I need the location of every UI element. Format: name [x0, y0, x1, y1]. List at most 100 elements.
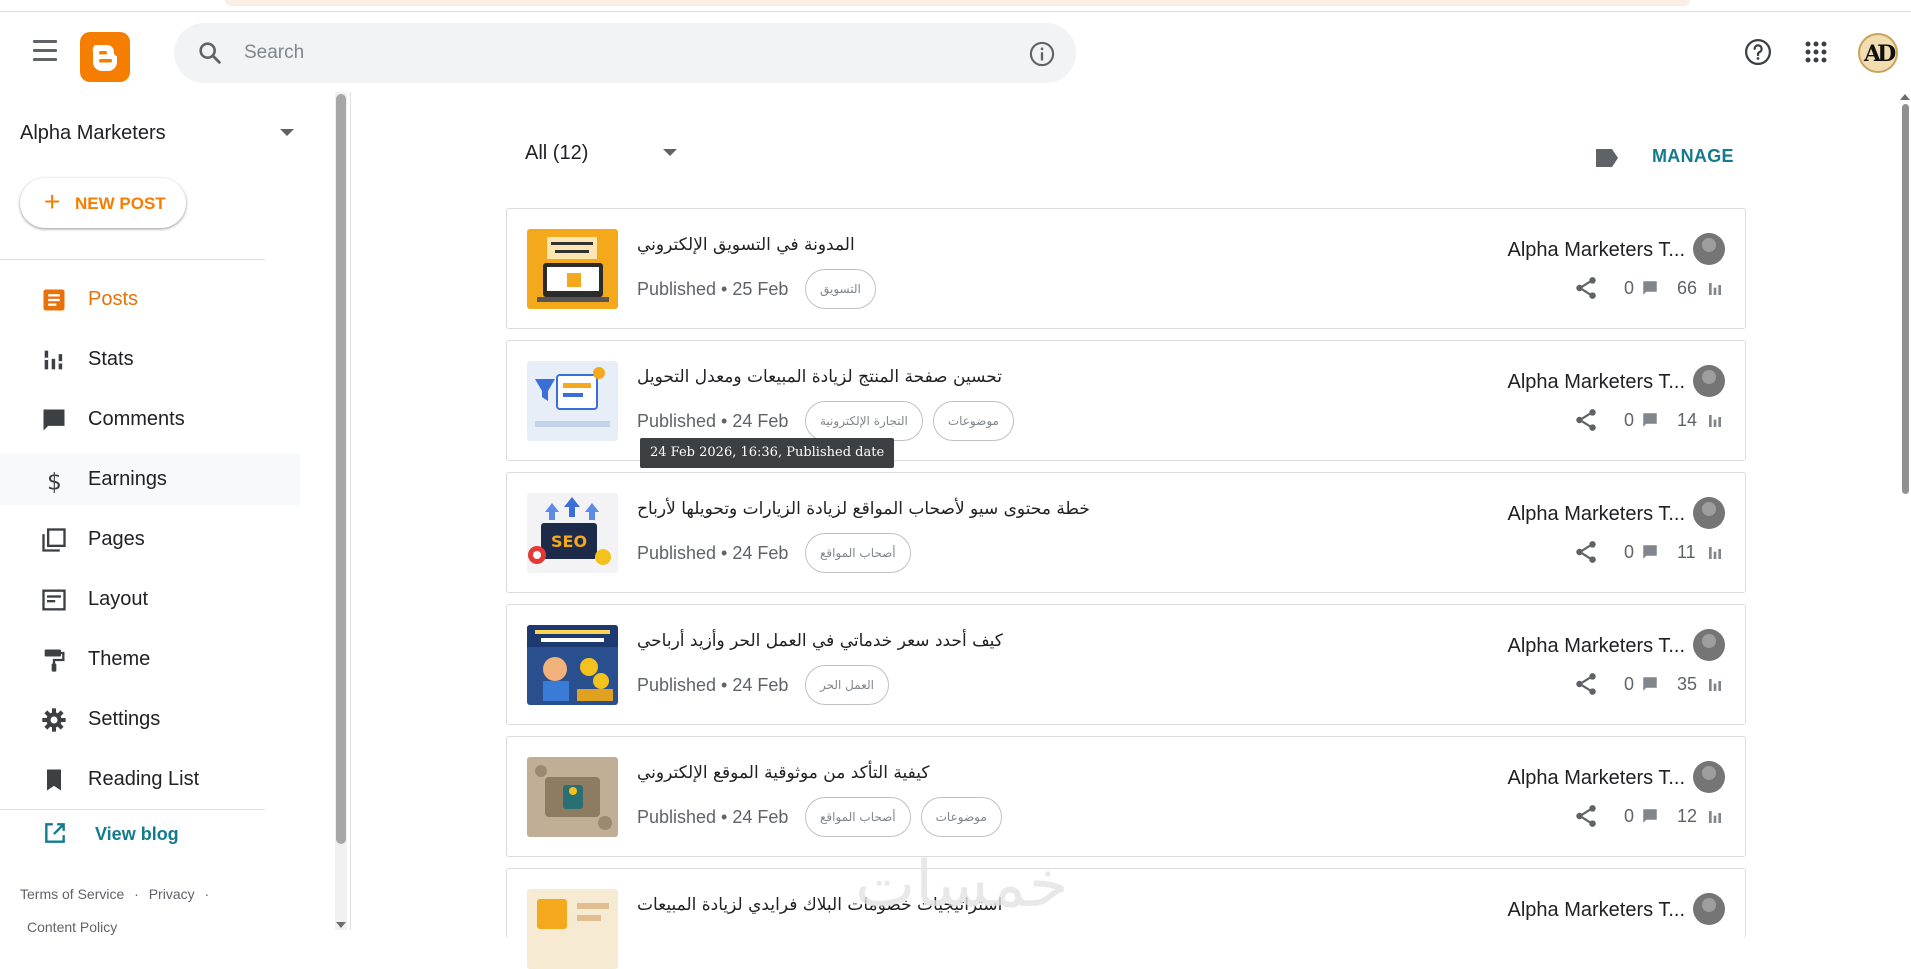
- share-icon[interactable]: [1573, 803, 1599, 829]
- comment-icon: [1643, 281, 1657, 295]
- open-external-icon: [45, 823, 65, 843]
- help-icon[interactable]: [1743, 37, 1773, 67]
- post-title[interactable]: تحسين صفحة المنتج لزيادة المبيعات ومعدل …: [637, 367, 1002, 387]
- sidebar-divider: [0, 259, 265, 260]
- manage-button[interactable]: MANAGE: [1652, 146, 1734, 167]
- sidebar-item-posts[interactable]: Posts: [0, 273, 300, 325]
- stats-icon: [1709, 547, 1721, 559]
- view-count: 11: [1677, 542, 1696, 562]
- post-thumbnail: [527, 229, 618, 309]
- sidebar-item-theme[interactable]: Theme: [0, 633, 300, 685]
- post-author: Alpha Marketers T...: [1507, 899, 1685, 921]
- chevron-down-icon[interactable]: [663, 149, 677, 156]
- search-bar: [174, 23, 1076, 83]
- post-author: Alpha Marketers T...: [1507, 635, 1685, 657]
- post-author: Alpha Marketers T...: [1507, 239, 1685, 261]
- author-avatar: [1693, 629, 1725, 661]
- info-icon[interactable]: [1028, 40, 1056, 68]
- post-tag[interactable]: التسويق: [805, 269, 876, 309]
- paint-roller-icon: [44, 649, 65, 672]
- post-row[interactable]: SEO خطة محتوى سيو لأصحاب المواقع لزيادة …: [506, 472, 1746, 593]
- main-scrollbar[interactable]: [1899, 92, 1911, 930]
- comment-count: 0: [1624, 542, 1635, 562]
- comment-icon: [1643, 545, 1657, 559]
- post-row[interactable]: كيفية التأكد من موثوقية الموقع الإلكترون…: [506, 736, 1746, 857]
- chevron-down-icon[interactable]: [280, 129, 294, 136]
- sidebar-item-label: Settings: [88, 708, 161, 730]
- sidebar-item-stats[interactable]: Stats: [0, 333, 300, 385]
- scroll-up-arrow[interactable]: [1900, 94, 1910, 100]
- blogger-logo[interactable]: [80, 32, 130, 82]
- layout-icon: [42, 589, 66, 611]
- terms-link[interactable]: Terms of Service: [20, 886, 124, 902]
- post-tag[interactable]: العمل الحر: [805, 665, 889, 705]
- post-tags: أصحاب المواقع موضوعات: [805, 797, 1002, 837]
- view-count: 35: [1677, 674, 1698, 694]
- view-count: 12: [1677, 806, 1698, 826]
- sidebar: Alpha Marketers + NEW POST Posts Stats C…: [0, 92, 340, 935]
- share-icon[interactable]: [1573, 407, 1599, 433]
- new-post-button[interactable]: + NEW POST: [20, 178, 186, 228]
- author-avatar: [1693, 761, 1725, 793]
- footer-separator: ·: [134, 886, 139, 902]
- sidebar-scrollbar[interactable]: [335, 92, 347, 930]
- apps-grid-icon[interactable]: [1804, 40, 1828, 64]
- scroll-down-arrow[interactable]: [336, 922, 346, 928]
- share-icon[interactable]: [1573, 275, 1599, 301]
- post-row[interactable]: كيف أحدد سعر خدماتي في العمل الحر وأزيد …: [506, 604, 1746, 725]
- privacy-link[interactable]: Privacy: [149, 886, 195, 902]
- post-row[interactable]: المدونة في التسويق الإلكتروني Published …: [506, 208, 1746, 329]
- scrollbar-thumb[interactable]: [336, 94, 346, 844]
- post-title[interactable]: كيف أحدد سعر خدماتي في العمل الحر وأزيد …: [637, 631, 1003, 651]
- menu-icon[interactable]: [28, 40, 62, 68]
- author-avatar: [1693, 893, 1725, 925]
- search-input[interactable]: [244, 37, 944, 69]
- sidebar-item-label: Stats: [88, 348, 134, 370]
- content-policy-link[interactable]: Content Policy: [27, 919, 117, 935]
- sidebar-item-label: Reading List: [88, 768, 200, 790]
- post-title[interactable]: كيفية التأكد من موثوقية الموقع الإلكترون…: [637, 763, 929, 783]
- stats-icon: [44, 350, 63, 370]
- post-tag[interactable]: موضوعات: [932, 401, 1014, 441]
- share-icon[interactable]: [1573, 539, 1599, 565]
- share-icon[interactable]: [1573, 671, 1599, 697]
- scrollbar-thumb[interactable]: [1902, 104, 1909, 494]
- app-header: AD: [0, 12, 1911, 92]
- comment-icon: [1643, 677, 1657, 691]
- post-title[interactable]: المدونة في التسويق الإلكتروني: [637, 235, 855, 255]
- search-icon[interactable]: [196, 39, 224, 67]
- blog-selector[interactable]: Alpha Marketers: [20, 122, 166, 145]
- post-title[interactable]: خطة محتوى سيو لأصحاب المواقع لزيادة الزي…: [637, 499, 1090, 519]
- post-author: Alpha Marketers T...: [1507, 767, 1685, 789]
- stats-icon: [1709, 415, 1721, 427]
- sidebar-item-label: Earnings: [88, 468, 167, 490]
- post-tag[interactable]: أصحاب المواقع: [805, 533, 911, 573]
- post-tag[interactable]: التجارة الإلكترونية: [805, 401, 923, 441]
- comments-icon: [43, 409, 65, 431]
- post-tag[interactable]: أصحاب المواقع: [805, 797, 911, 837]
- sidebar-item-label: Posts: [88, 288, 139, 310]
- label-icon[interactable]: [1593, 146, 1621, 170]
- account-avatar[interactable]: AD: [1858, 33, 1898, 73]
- post-thumbnail: [527, 625, 618, 705]
- post-tag[interactable]: موضوعات: [920, 797, 1002, 837]
- sidebar-item-reading-list[interactable]: Reading List: [0, 753, 300, 805]
- sidebar-item-label: Theme: [88, 648, 151, 670]
- pane-divider: [350, 92, 351, 930]
- sidebar-item-settings[interactable]: Settings: [0, 693, 300, 745]
- posts-icon: [43, 289, 65, 311]
- author-avatar: [1693, 233, 1725, 265]
- sidebar-item-pages[interactable]: Pages: [0, 513, 300, 565]
- sidebar-item-layout[interactable]: Layout: [0, 573, 300, 625]
- post-row[interactable]: استراتيجيات خصومات البلاك فرايدي لزيادة …: [506, 868, 1746, 969]
- gear-icon: [42, 708, 66, 732]
- comment-icon: [1643, 413, 1657, 427]
- comment-count: 0: [1624, 674, 1635, 694]
- post-status: Published • 24 Feb: [637, 543, 789, 563]
- post-thumbnail: [527, 889, 618, 969]
- sidebar-item-comments[interactable]: Comments: [0, 393, 300, 445]
- stats-icon: [1709, 811, 1721, 823]
- view-blog-link[interactable]: View blog: [0, 808, 265, 858]
- sidebar-item-earnings[interactable]: $ Earnings: [0, 453, 300, 505]
- post-filter-dropdown[interactable]: All (12): [525, 142, 588, 165]
